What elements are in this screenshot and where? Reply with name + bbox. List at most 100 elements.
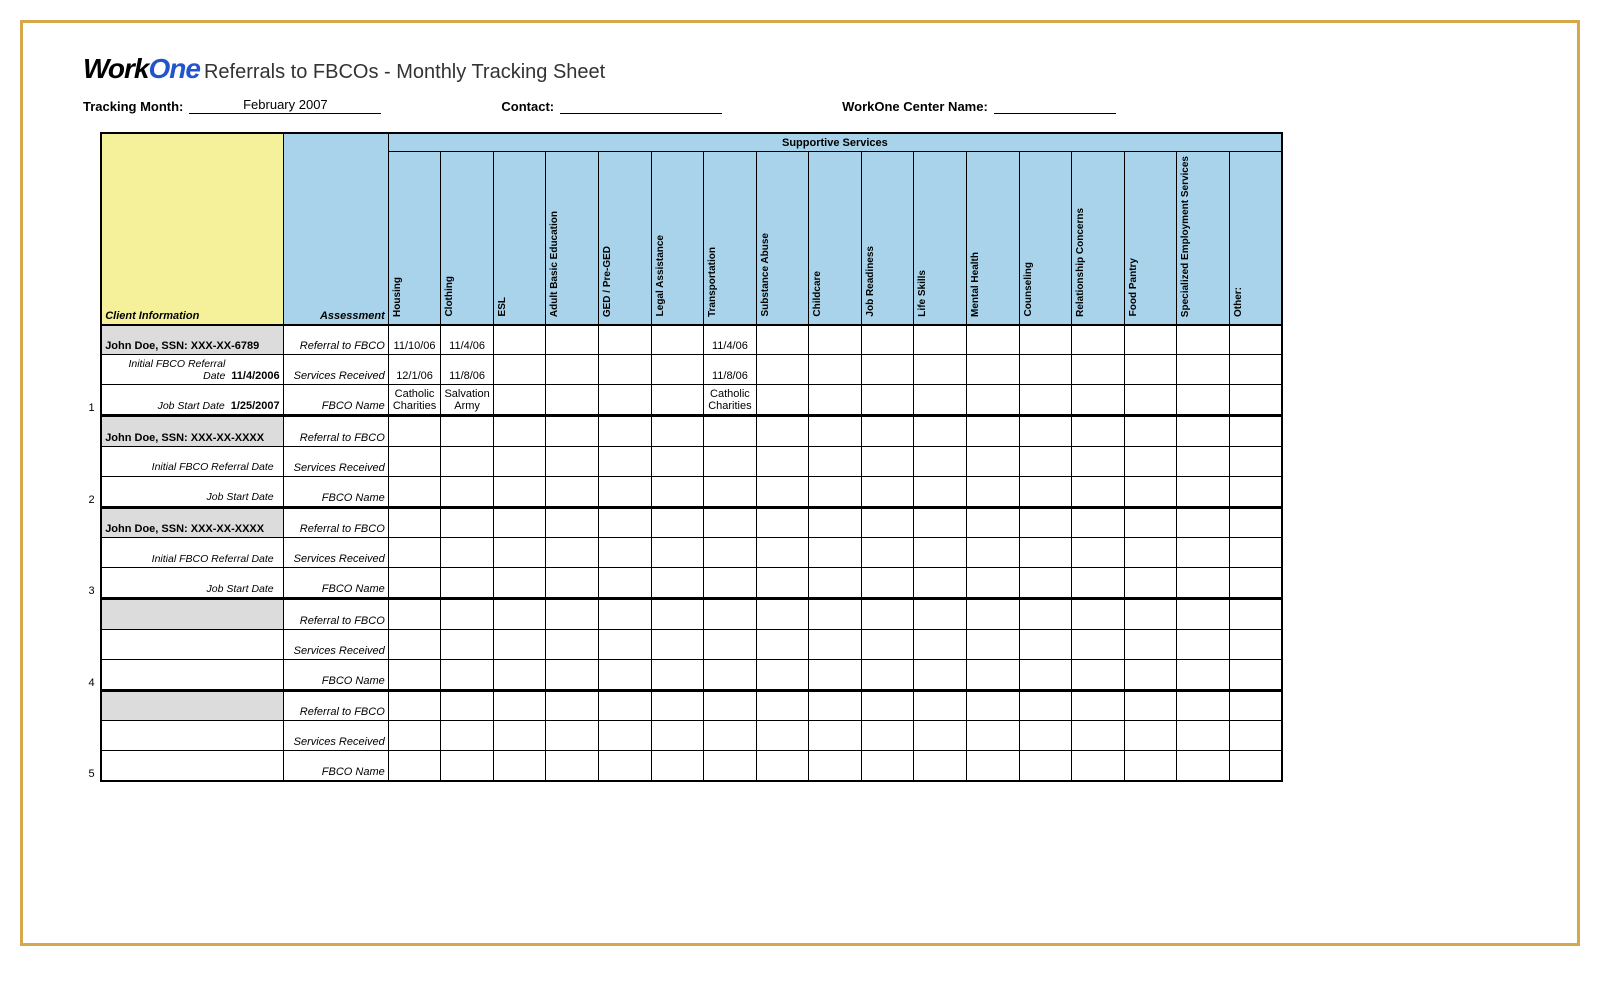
service-cell[interactable] xyxy=(914,446,967,476)
service-cell[interactable] xyxy=(1124,599,1177,629)
service-cell[interactable] xyxy=(1177,629,1230,659)
service-cell[interactable] xyxy=(546,325,599,355)
service-cell[interactable] xyxy=(809,691,862,721)
service-cell[interactable] xyxy=(1019,355,1072,385)
service-cell[interactable] xyxy=(1072,568,1125,598)
service-cell[interactable] xyxy=(1124,629,1177,659)
service-cell[interactable] xyxy=(1229,385,1282,415)
service-cell[interactable] xyxy=(1229,325,1282,355)
service-cell[interactable] xyxy=(1072,416,1125,446)
service-cell[interactable] xyxy=(861,446,914,476)
service-cell[interactable] xyxy=(1229,751,1282,781)
service-cell[interactable] xyxy=(1019,568,1072,598)
service-cell[interactable] xyxy=(651,476,704,506)
service-cell[interactable] xyxy=(546,751,599,781)
service-cell[interactable] xyxy=(966,721,1019,751)
service-cell[interactable] xyxy=(388,416,441,446)
service-cell[interactable] xyxy=(809,385,862,415)
service-cell[interactable] xyxy=(809,721,862,751)
service-cell[interactable]: Catholic Charities xyxy=(388,385,441,415)
service-cell[interactable] xyxy=(809,416,862,446)
service-cell[interactable] xyxy=(441,538,494,568)
service-cell[interactable] xyxy=(966,508,1019,538)
service-cell[interactable] xyxy=(493,568,546,598)
service-cell[interactable] xyxy=(493,691,546,721)
service-cell[interactable] xyxy=(493,721,546,751)
service-cell[interactable] xyxy=(651,416,704,446)
service-cell[interactable] xyxy=(756,385,809,415)
service-cell[interactable] xyxy=(388,599,441,629)
service-cell[interactable] xyxy=(756,599,809,629)
service-cell[interactable] xyxy=(599,568,652,598)
service-cell[interactable] xyxy=(914,476,967,506)
service-cell[interactable]: 11/8/06 xyxy=(704,355,757,385)
service-cell[interactable] xyxy=(1229,416,1282,446)
service-cell[interactable] xyxy=(599,508,652,538)
service-cell[interactable]: 12/1/06 xyxy=(388,355,441,385)
service-cell[interactable] xyxy=(1072,325,1125,355)
service-cell[interactable] xyxy=(441,568,494,598)
service-cell[interactable] xyxy=(441,629,494,659)
service-cell[interactable] xyxy=(1177,325,1230,355)
service-cell[interactable] xyxy=(861,476,914,506)
service-cell[interactable] xyxy=(441,508,494,538)
center-name-field[interactable] xyxy=(994,112,1116,114)
service-cell[interactable] xyxy=(756,325,809,355)
service-cell[interactable] xyxy=(546,446,599,476)
service-cell[interactable]: 11/4/06 xyxy=(704,325,757,355)
service-cell[interactable] xyxy=(861,416,914,446)
service-cell[interactable] xyxy=(599,355,652,385)
service-cell[interactable] xyxy=(599,416,652,446)
service-cell[interactable] xyxy=(861,629,914,659)
service-cell[interactable] xyxy=(1177,691,1230,721)
service-cell[interactable] xyxy=(651,691,704,721)
service-cell[interactable] xyxy=(861,751,914,781)
service-cell[interactable] xyxy=(599,385,652,415)
service-cell[interactable] xyxy=(388,538,441,568)
service-cell[interactable] xyxy=(493,659,546,689)
service-cell[interactable] xyxy=(441,416,494,446)
service-cell[interactable] xyxy=(1124,538,1177,568)
service-cell[interactable] xyxy=(861,568,914,598)
service-cell[interactable] xyxy=(966,751,1019,781)
service-cell[interactable] xyxy=(651,325,704,355)
service-cell[interactable] xyxy=(914,416,967,446)
service-cell[interactable] xyxy=(651,568,704,598)
service-cell[interactable] xyxy=(861,508,914,538)
service-cell[interactable] xyxy=(1124,476,1177,506)
service-cell[interactable] xyxy=(1072,538,1125,568)
service-cell[interactable] xyxy=(809,568,862,598)
service-cell[interactable] xyxy=(756,568,809,598)
service-cell[interactable] xyxy=(1072,751,1125,781)
service-cell[interactable] xyxy=(1124,416,1177,446)
service-cell[interactable] xyxy=(966,629,1019,659)
service-cell[interactable] xyxy=(493,538,546,568)
service-cell[interactable] xyxy=(966,568,1019,598)
service-cell[interactable] xyxy=(1229,538,1282,568)
service-cell[interactable] xyxy=(1124,508,1177,538)
service-cell[interactable] xyxy=(546,629,599,659)
service-cell[interactable] xyxy=(1019,721,1072,751)
service-cell[interactable] xyxy=(966,416,1019,446)
service-cell[interactable] xyxy=(914,508,967,538)
service-cell[interactable] xyxy=(493,508,546,538)
service-cell[interactable] xyxy=(1177,476,1230,506)
service-cell[interactable] xyxy=(1019,538,1072,568)
service-cell[interactable] xyxy=(651,629,704,659)
service-cell[interactable] xyxy=(388,659,441,689)
service-cell[interactable] xyxy=(1177,751,1230,781)
contact-field[interactable] xyxy=(560,112,722,114)
service-cell[interactable] xyxy=(1072,599,1125,629)
service-cell[interactable] xyxy=(1124,751,1177,781)
service-cell[interactable] xyxy=(546,476,599,506)
service-cell[interactable] xyxy=(704,446,757,476)
service-cell[interactable] xyxy=(1019,385,1072,415)
service-cell[interactable] xyxy=(809,325,862,355)
service-cell[interactable] xyxy=(388,508,441,538)
service-cell[interactable]: Catholic Charities xyxy=(704,385,757,415)
service-cell[interactable] xyxy=(441,659,494,689)
service-cell[interactable] xyxy=(809,751,862,781)
service-cell[interactable] xyxy=(493,355,546,385)
service-cell[interactable] xyxy=(599,476,652,506)
service-cell[interactable] xyxy=(966,476,1019,506)
